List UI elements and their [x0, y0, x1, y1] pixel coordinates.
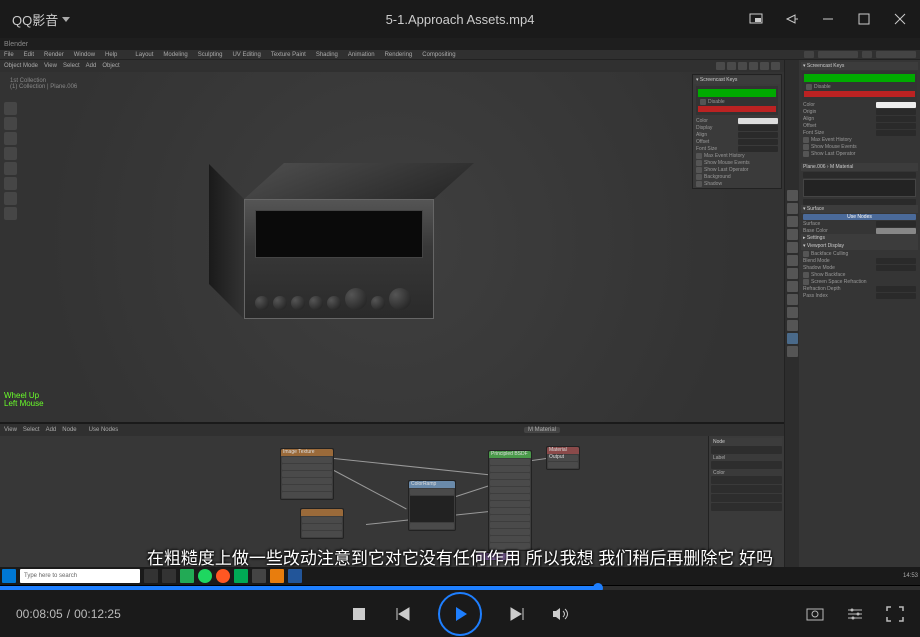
render-tab-icon [787, 190, 798, 201]
viewport-toolbar [4, 102, 17, 220]
total-time: 00:12:25 [74, 607, 121, 621]
current-time: 00:08:05 [16, 607, 63, 621]
annotate-tool-icon [4, 192, 17, 205]
windows-taskbar: Type here to search 14:53 [0, 567, 920, 585]
data-tab-icon [787, 320, 798, 331]
windows-start-icon [2, 569, 16, 583]
scene-tab-icon [787, 229, 798, 240]
windows-search: Type here to search [20, 569, 140, 583]
move-tool-icon [4, 132, 17, 145]
blender-icon [270, 569, 284, 583]
rotate-tool-icon [4, 147, 17, 160]
blender-properties-panel: ▾ Screencast Keys Disable Color Origin A… [784, 60, 920, 585]
spotify-icon [198, 569, 212, 583]
principled-bsdf-node: Principled BSDF [488, 450, 532, 551]
blender-viewport: Object Mode ViewSelectAddObject 1st Coll… [0, 60, 784, 423]
blender-titlebar: Blender [0, 38, 920, 50]
app-icon-2 [252, 569, 266, 583]
chevron-down-icon [62, 17, 70, 22]
particle-tab-icon [787, 281, 798, 292]
app-icon-3 [288, 569, 302, 583]
snapshot-button[interactable] [806, 605, 824, 623]
scene-selectors [804, 51, 916, 58]
app-name-label: QQ影音 [12, 10, 58, 29]
settings-button[interactable] [846, 605, 864, 623]
physics-tab-icon [787, 294, 798, 305]
maximize-button[interactable] [856, 11, 872, 27]
task-view-icon [144, 569, 158, 583]
blender-menubar: FileEditRenderWindowHelp LayoutModelingS… [0, 50, 920, 60]
material-output-node: Material Output [546, 446, 580, 470]
3d-amplifier-mesh [232, 163, 454, 335]
player-controls: 00:08:05 / 00:12:25 [0, 590, 920, 637]
output-tab-icon [787, 203, 798, 214]
node-sidepanel: Node Label Color [708, 436, 784, 585]
image-texture-node: Image Texture [280, 448, 334, 500]
modifier-tab-icon [787, 268, 798, 279]
next-button[interactable] [508, 605, 526, 623]
colorramp-node: ColorRamp [408, 480, 456, 531]
pin-button[interactable] [784, 11, 800, 27]
blender-node-editor: ViewSelectAddNode Use Nodes M Material I… [0, 423, 784, 585]
constraint-tab-icon [787, 307, 798, 318]
volume-button[interactable] [552, 605, 570, 623]
viewport-n-panel: ▾ Screencast Keys Disable Color Display … [692, 74, 782, 189]
material-name-field [803, 199, 916, 205]
window-titlebar: QQ影音 5-1.Approach Assets.mp4 [0, 0, 920, 38]
image-texture-node-2 [300, 508, 344, 539]
texture-tab-icon [787, 346, 798, 357]
scale-tool-icon [4, 162, 17, 175]
world-tab-icon [787, 242, 798, 253]
app-name-dropdown[interactable]: QQ影音 [12, 10, 70, 29]
minimize-button[interactable] [820, 11, 836, 27]
app-icon [180, 569, 194, 583]
explorer-icon [162, 569, 176, 583]
measure-tool-icon [4, 207, 17, 220]
viewlayer-tab-icon [787, 216, 798, 227]
photoshop-icon [234, 569, 248, 583]
viewport-info: 1st Collection (1) Collection | Plane.00… [10, 78, 77, 90]
properties-tabs [785, 60, 799, 585]
chrome-icon [216, 569, 230, 583]
pip-button[interactable] [748, 11, 764, 27]
material-tab-icon [787, 333, 798, 344]
time-display: 00:08:05 / 00:12:25 [16, 607, 121, 621]
video-area[interactable]: Blender FileEditRenderWindowHelp LayoutM… [0, 38, 920, 585]
transform-tool-icon [4, 177, 17, 190]
object-tab-icon [787, 255, 798, 266]
blender-screenshot: Blender FileEditRenderWindowHelp LayoutM… [0, 38, 920, 585]
screencast-key-display: Wheel Up Left Mouse [4, 392, 44, 408]
cursor-tool-icon [4, 117, 17, 130]
stop-button[interactable] [350, 605, 368, 623]
select-tool-icon [4, 102, 17, 115]
fullscreen-button[interactable] [886, 605, 904, 623]
close-button[interactable] [892, 11, 908, 27]
play-button[interactable] [438, 592, 482, 636]
previous-button[interactable] [394, 605, 412, 623]
screencast-enable-bar [698, 89, 776, 97]
file-title: 5-1.Approach Assets.mp4 [386, 12, 535, 27]
viewport-header: Object Mode ViewSelectAddObject [0, 60, 784, 72]
